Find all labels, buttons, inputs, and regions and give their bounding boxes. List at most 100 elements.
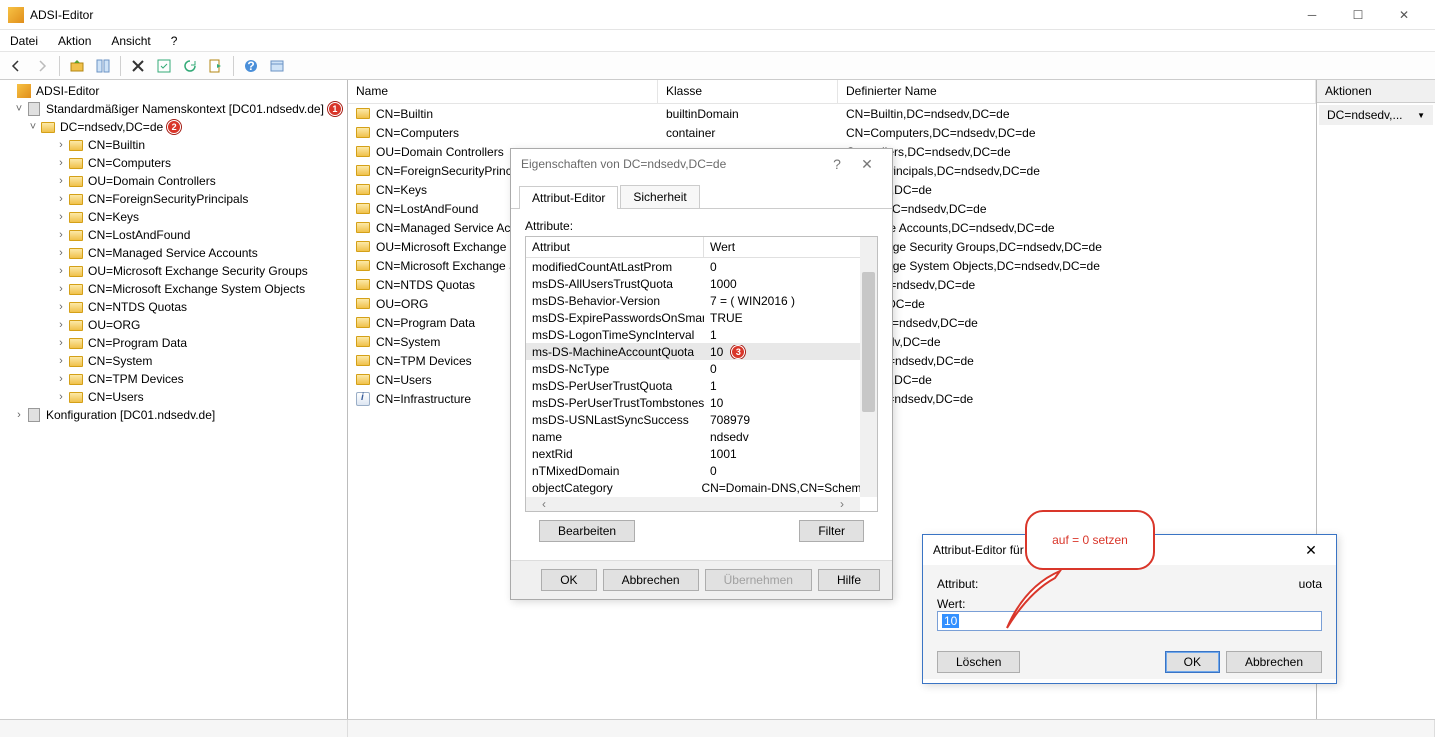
attr-label: Attribut: — [937, 577, 978, 591]
close-button[interactable]: ✕ — [1381, 0, 1427, 30]
tree-node[interactable]: ›CN=Keys — [0, 208, 347, 226]
tree-dc[interactable]: ˅ DC=ndsedv,DC=de 2 — [0, 118, 347, 136]
list-row[interactable]: CN=BuiltinbuiltinDomainCN=Builtin,DC=nds… — [348, 104, 1316, 123]
tree-node[interactable]: ›OU=Domain Controllers — [0, 172, 347, 190]
menu-help[interactable]: ? — [167, 32, 182, 50]
attr-row[interactable]: msDS-ExpirePasswordsOnSmartC...TRUE — [526, 309, 877, 326]
tree-node[interactable]: ›CN=Users — [0, 388, 347, 406]
attr-name: modifiedCountAtLastProm — [526, 260, 704, 274]
statusbar — [0, 719, 1435, 737]
folder-icon — [356, 203, 370, 214]
dlg-help-button[interactable]: Hilfe — [818, 569, 880, 591]
attr-name: msDS-AllUsersTrustQuota — [526, 277, 704, 291]
wert-input[interactable]: 10 — [937, 611, 1322, 631]
tree-node[interactable]: ›CN=TPM Devices — [0, 370, 347, 388]
list-row[interactable]: CN=ComputerscontainerCN=Computers,DC=nds… — [348, 123, 1316, 142]
tree-node[interactable]: ›OU=Microsoft Exchange Security Groups — [0, 262, 347, 280]
attr-row[interactable]: nextRid1001 — [526, 445, 877, 462]
up-button[interactable] — [65, 54, 89, 78]
attr-row[interactable]: modifiedCountAtLastProm0 — [526, 258, 877, 275]
tree-node[interactable]: ›CN=LostAndFound — [0, 226, 347, 244]
tree-node-label: CN=LostAndFound — [88, 228, 190, 242]
tree-node[interactable]: ›CN=Microsoft Exchange System Objects — [0, 280, 347, 298]
tree-node[interactable]: ›CN=Program Data — [0, 334, 347, 352]
tree-root[interactable]: ADSI-Editor — [0, 82, 347, 100]
attr-row[interactable]: ms-DS-MachineAccountQuota103 — [526, 343, 877, 360]
tree-node-label: CN=System — [88, 354, 152, 368]
menu-action[interactable]: Aktion — [54, 32, 95, 50]
cancel-button[interactable]: Abbrechen — [603, 569, 699, 591]
ok-button[interactable]: OK — [541, 569, 596, 591]
actions-item[interactable]: DC=ndsedv,... ▼ — [1319, 105, 1433, 125]
tree-pane[interactable]: ADSI-Editor ˅ Standardmäßiger Namenskont… — [0, 80, 348, 719]
dialog-titlebar[interactable]: Eigenschaften von DC=ndsedv,DC=de ? ✕ — [511, 149, 892, 179]
attr-value: 1 — [704, 328, 723, 342]
col-class[interactable]: Klasse — [658, 80, 838, 103]
refresh-button[interactable] — [152, 54, 176, 78]
row-dn: Data,DC=ndsedv,DC=de — [838, 316, 1316, 330]
attr-row[interactable]: nTMixedDomain0 — [526, 462, 877, 479]
tree-node[interactable]: ›CN=Managed Service Accounts — [0, 244, 347, 262]
edit-button[interactable]: Bearbeiten — [539, 520, 635, 542]
apply-button[interactable]: Übernehmen — [705, 569, 812, 591]
attr-value: 1 — [704, 379, 723, 393]
attr-row[interactable]: msDS-PerUserTrustTombstonesQ...10 — [526, 394, 877, 411]
row-dn: =ndsedv,DC=de — [838, 373, 1316, 387]
help-button[interactable]: ? — [239, 54, 263, 78]
attr-row[interactable]: msDS-NcType0 — [526, 360, 877, 377]
attr-row[interactable]: msDS-Behavior-Version7 = ( WIN2016 ) — [526, 292, 877, 309]
refresh2-button[interactable] — [178, 54, 202, 78]
delete-button[interactable] — [126, 54, 150, 78]
back-button[interactable] — [4, 54, 28, 78]
attr-col-attribut[interactable]: Attribut — [526, 237, 704, 257]
row-dn: otas,DC=ndsedv,DC=de — [838, 278, 1316, 292]
col-name[interactable]: Name — [348, 80, 658, 103]
attribute-list[interactable]: Attribut Wert modifiedCountAtLastProm0ms… — [525, 236, 878, 512]
maximize-button[interactable]: ☐ — [1335, 0, 1381, 30]
tree-config[interactable]: › Konfiguration [DC01.ndsedv.de] — [0, 406, 347, 424]
tree-context[interactable]: ˅ Standardmäßiger Namenskontext [DC01.nd… — [0, 100, 347, 118]
attr-value: 1001 — [704, 447, 743, 461]
folder-icon — [68, 209, 84, 225]
col-dn[interactable]: Definierter Name — [838, 80, 1316, 103]
vscrollbar[interactable] — [860, 237, 877, 497]
clear-button[interactable]: Löschen — [937, 651, 1020, 673]
properties-button[interactable] — [91, 54, 115, 78]
attr-value: 10 — [704, 396, 729, 410]
attr-row[interactable]: msDS-AllUsersTrustQuota1000 — [526, 275, 877, 292]
tree-node[interactable]: ›CN=System — [0, 352, 347, 370]
menu-file[interactable]: Datei — [6, 32, 42, 50]
window-title: ADSI-Editor — [30, 8, 93, 22]
badge-2: 2 — [167, 120, 181, 134]
close-icon[interactable]: ✕ — [852, 156, 882, 173]
tab-attribut-editor[interactable]: Attribut-Editor — [519, 186, 618, 209]
tree-node[interactable]: ›OU=ORG — [0, 316, 347, 334]
view-button[interactable] — [265, 54, 289, 78]
tab-sicherheit[interactable]: Sicherheit — [620, 185, 699, 208]
attr-row[interactable]: namendsedv — [526, 428, 877, 445]
attr-col-wert[interactable]: Wert — [704, 237, 741, 257]
menu-view[interactable]: Ansicht — [107, 32, 154, 50]
tree-node[interactable]: ›CN=Builtin — [0, 136, 347, 154]
close-icon[interactable]: ✕ — [1296, 542, 1326, 559]
minimize-button[interactable]: ─ — [1289, 0, 1335, 30]
attr-cancel-button[interactable]: Abbrechen — [1226, 651, 1322, 673]
attr-name: name — [526, 430, 704, 444]
forward-button[interactable] — [30, 54, 54, 78]
tree-node-label: CN=Microsoft Exchange System Objects — [88, 282, 305, 296]
help-icon[interactable]: ? — [822, 156, 852, 172]
tree-node[interactable]: ›CN=Computers — [0, 154, 347, 172]
filter-button[interactable]: Filter — [799, 520, 864, 542]
tree-node[interactable]: ›CN=NTDS Quotas — [0, 298, 347, 316]
attr-row[interactable]: objectCategoryCN=Domain-DNS,CN=Schema,C — [526, 479, 877, 496]
hscrollbar[interactable]: ‹› — [526, 497, 860, 511]
tree-node[interactable]: ›CN=ForeignSecurityPrincipals — [0, 190, 347, 208]
folder-icon — [68, 335, 84, 351]
attr-name: msDS-PerUserTrustQuota — [526, 379, 704, 393]
attr-row[interactable]: msDS-LogonTimeSyncInterval1 — [526, 326, 877, 343]
export-button[interactable] — [204, 54, 228, 78]
attr-row[interactable]: msDS-USNLastSyncSuccess708979 — [526, 411, 877, 428]
attr-row[interactable]: msDS-PerUserTrustQuota1 — [526, 377, 877, 394]
tree-node-label: CN=ForeignSecurityPrincipals — [88, 192, 248, 206]
attr-ok-button[interactable]: OK — [1165, 651, 1220, 673]
